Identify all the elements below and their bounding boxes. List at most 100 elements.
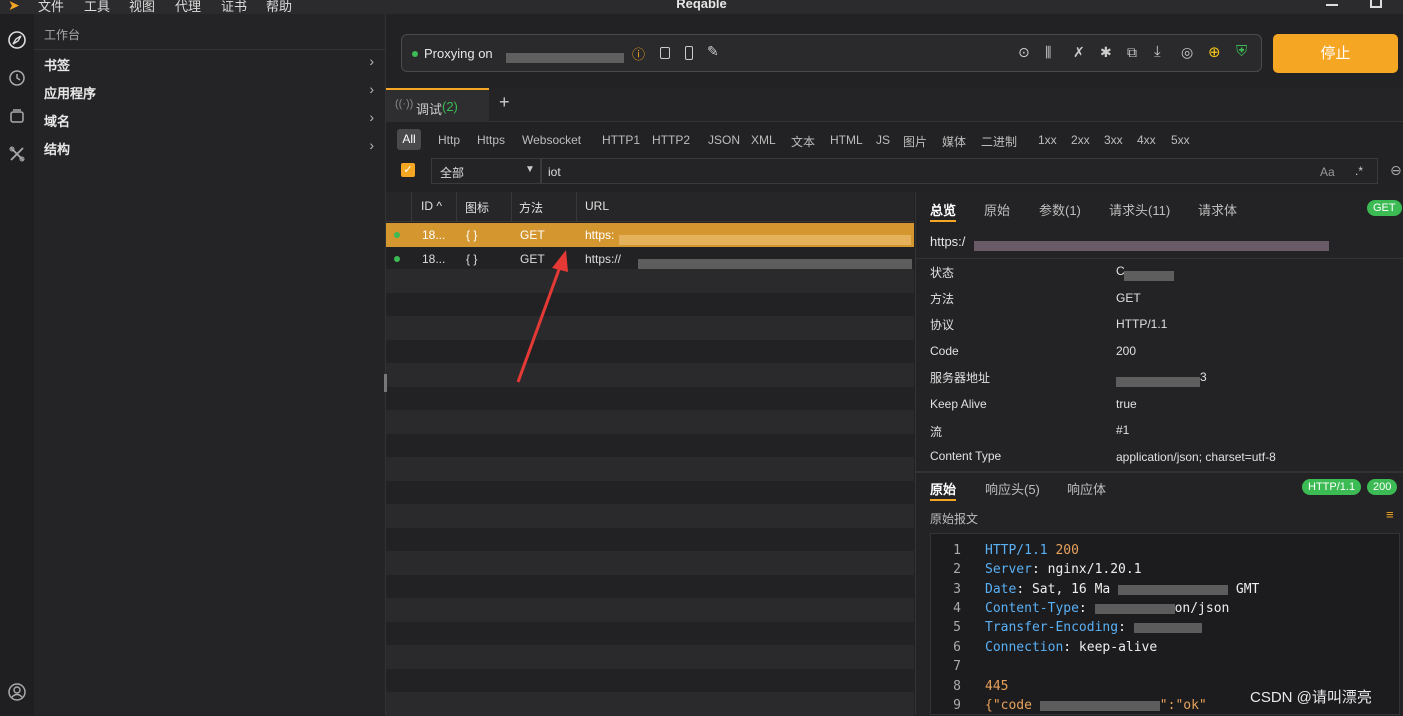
field-value: 200 <box>1116 344 1137 358</box>
antenna-icon: ((·)) <box>395 98 414 110</box>
sidebar-item-structure[interactable]: 结构 › <box>34 133 386 161</box>
filter-chip[interactable]: Websocket <box>522 133 581 147</box>
filter-chip[interactable]: 4xx <box>1137 133 1156 147</box>
pin-off-icon[interactable]: ✗ <box>1073 44 1085 61</box>
filter-chip[interactable]: HTTP1 <box>602 133 640 147</box>
case-sensitive-toggle[interactable]: Aa <box>1320 165 1335 179</box>
regex-toggle[interactable]: .* <box>1355 164 1363 178</box>
table-row[interactable]: 18... { } GET https:// <box>386 247 914 271</box>
layers-icon[interactable] <box>7 106 27 126</box>
copy-icon[interactable] <box>660 47 670 59</box>
code-value: 200 <box>1047 543 1079 558</box>
tools-icon[interactable] <box>7 144 27 164</box>
sidebar-item-label: 域名 <box>44 114 71 129</box>
shield-icon[interactable]: ⛨ <box>1236 43 1247 60</box>
history-icon[interactable] <box>7 68 27 88</box>
sidebar: 工作台 书签 › 应用程序 › 域名 › 结构 › <box>34 14 386 715</box>
filter-chip[interactable]: 二进制 <box>981 133 1017 150</box>
filter-chip[interactable]: 3xx <box>1104 133 1123 147</box>
filter-chip[interactable]: Http <box>438 133 460 147</box>
script-icon[interactable]: ⧉ <box>1127 44 1137 61</box>
filter-chip[interactable]: HTML <box>830 133 863 147</box>
list-stripe <box>386 692 914 716</box>
divider <box>916 258 1403 259</box>
tab-debug[interactable]: ((·)) 调试 (2) <box>386 88 489 122</box>
field-label: 状态 <box>930 266 955 280</box>
minimize-icon[interactable] <box>1326 4 1338 6</box>
tab-raw[interactable]: 原始 <box>984 200 1010 219</box>
tab-response-headers[interactable]: 响应头(5) <box>985 479 1040 498</box>
tab-request-headers[interactable]: 请求头(11) <box>1109 200 1170 219</box>
splitter-handle[interactable] <box>384 374 387 392</box>
filter-chip[interactable]: JSON <box>708 133 740 147</box>
download-icon[interactable]: ⤓ <box>1154 43 1161 60</box>
field-value: 3 <box>1200 370 1207 384</box>
list-stripe <box>386 457 914 481</box>
field-label: 服务器地址 <box>930 371 991 385</box>
filter-chip[interactable]: 文本 <box>791 133 815 150</box>
add-tab-button[interactable]: + <box>499 92 510 113</box>
column-icon[interactable]: 图标 <box>465 199 489 216</box>
stop-button[interactable]: 停止 <box>1273 34 1398 73</box>
sidebar-item-apps[interactable]: 应用程序 › <box>34 77 386 105</box>
filter-chip[interactable]: 图片 <box>903 133 927 150</box>
sidebar-item-domains[interactable]: 域名 › <box>34 105 386 133</box>
search-input[interactable]: iot Aa .* <box>541 158 1378 184</box>
split-icon[interactable]: ⫼ <box>1045 44 1051 61</box>
account-icon[interactable] <box>7 682 27 702</box>
line-number: 3 <box>953 582 961 597</box>
tab-debug-count: (2) <box>442 99 458 114</box>
field-value-redacted <box>1116 373 1200 388</box>
red-arrow-annotation <box>516 250 568 383</box>
filter-chip[interactable]: JS <box>876 133 890 147</box>
tab-response-body[interactable]: 响应体 <box>1067 479 1106 498</box>
tab-request-body[interactable]: 请求体 <box>1198 200 1237 219</box>
status-dot-icon <box>394 256 400 262</box>
globe-icon[interactable]: ⊕ <box>1208 43 1221 61</box>
filter-chip-all[interactable]: All <box>397 129 421 150</box>
filter-chip[interactable]: XML <box>751 133 776 147</box>
tab-overview[interactable]: 总览 <box>930 200 956 219</box>
tab-params[interactable]: 参数(1) <box>1039 200 1081 219</box>
filter-chip[interactable]: 5xx <box>1171 133 1190 147</box>
phone-icon[interactable] <box>685 46 693 60</box>
code-value: : <box>1078 601 1087 616</box>
row-url: https:// <box>585 252 622 266</box>
filter-chip[interactable]: 2xx <box>1071 133 1090 147</box>
filter-chip[interactable]: Https <box>477 133 505 147</box>
lock-icon[interactable]: ⊙ <box>1018 44 1030 61</box>
title-bar: ➤ 文件 工具 视图 代理 证书 帮助 Reqable <box>0 0 1403 14</box>
bug-icon[interactable]: ✱ <box>1100 44 1112 61</box>
info-icon[interactable]: ⓘ <box>632 44 645 63</box>
compass-icon[interactable] <box>7 30 27 50</box>
filter-checkbox[interactable]: ✓ <box>401 163 415 177</box>
request-list: 18... { } GET https: 18... { } GET https… <box>384 222 914 716</box>
filter-chip[interactable]: HTTP2 <box>652 133 690 147</box>
edit-icon[interactable]: ✎ <box>707 43 719 60</box>
filter-chip[interactable]: 1xx <box>1038 133 1057 147</box>
clear-icon[interactable]: ⊖ <box>1390 162 1402 179</box>
field-label: Content Type <box>930 449 1002 463</box>
code-value: : Sat, 16 Ma <box>1016 582 1111 597</box>
line-number: 7 <box>953 659 961 674</box>
tab-bar: ((·)) 调试 (2) + <box>386 88 1403 122</box>
scope-select[interactable]: 全部 ▼ <box>431 158 541 184</box>
column-id[interactable]: ID ^ <box>421 199 442 213</box>
list-stripe <box>386 598 914 622</box>
code-key: Connection <box>985 640 1064 655</box>
line-number: 6 <box>953 640 961 655</box>
column-method[interactable]: 方法 <box>519 199 543 216</box>
filter-chip[interactable]: 媒体 <box>942 133 966 150</box>
divider <box>916 471 1403 473</box>
code-line: Content-Type: on/json <box>985 601 1229 616</box>
code-line: HTTP/1.1 200 <box>985 543 1079 558</box>
maximize-icon[interactable] <box>1370 0 1382 8</box>
circle-icon[interactable]: ◎ <box>1181 44 1193 61</box>
table-row[interactable]: 18... { } GET https: <box>386 223 914 247</box>
wrap-icon[interactable]: ≡ <box>1386 507 1394 522</box>
sidebar-item-label: 应用程序 <box>44 86 97 101</box>
code-value: : <box>1118 620 1126 635</box>
tab-response-raw[interactable]: 原始 <box>930 479 956 498</box>
column-url[interactable]: URL <box>585 199 609 213</box>
sidebar-item-bookmarks[interactable]: 书签 › <box>34 49 386 77</box>
